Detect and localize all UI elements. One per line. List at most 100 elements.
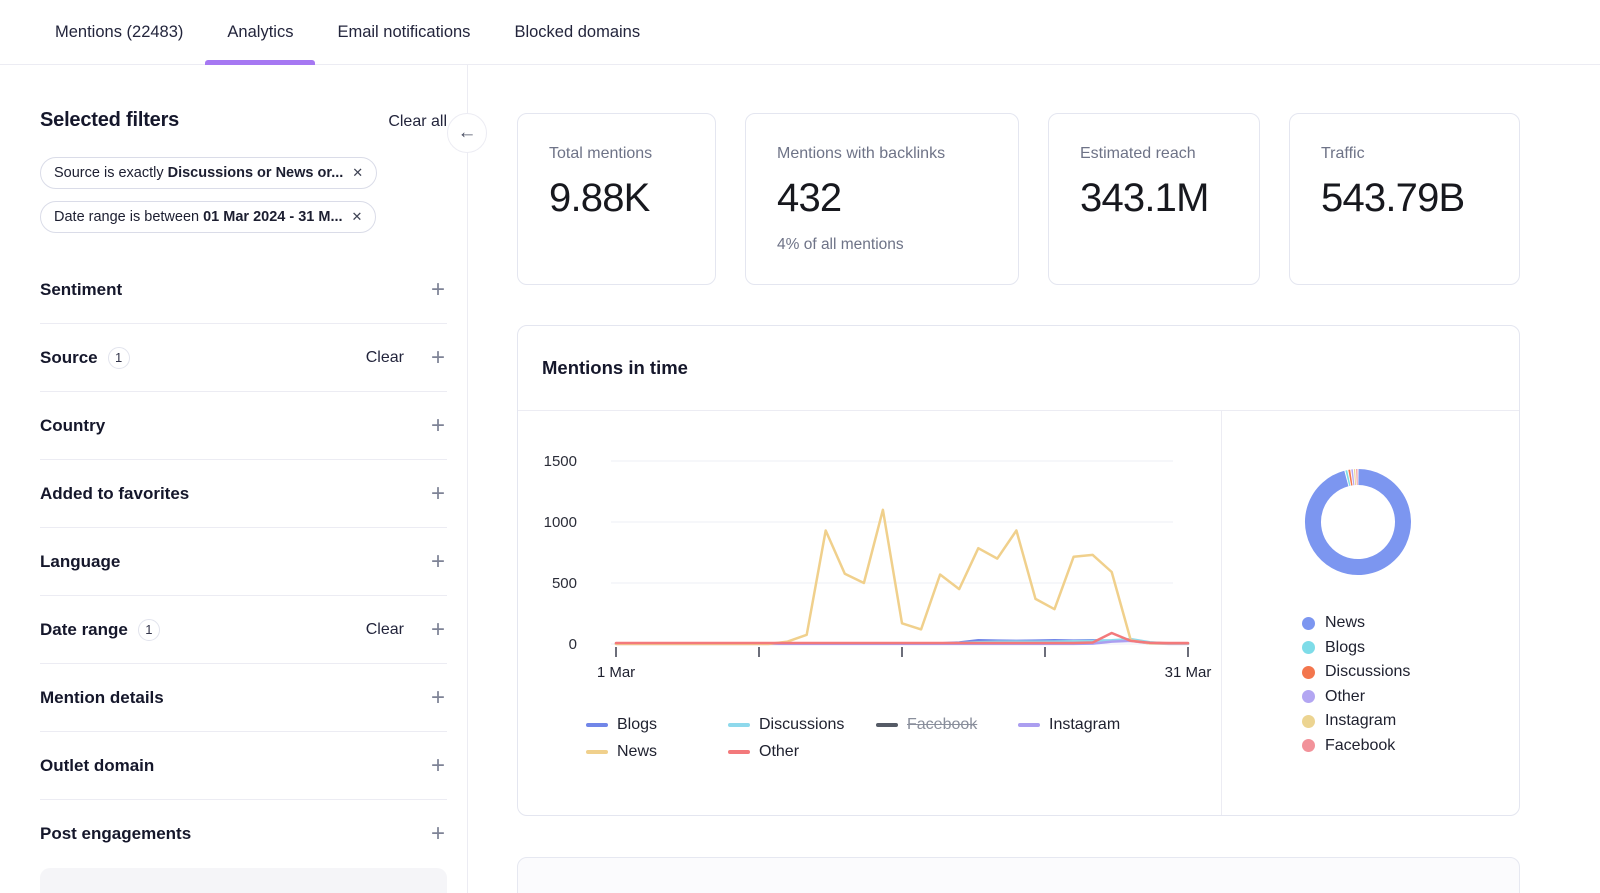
filter-chip-date-range[interactable]: Date range is between01 Mar 2024 - 31 M.… [40,201,376,233]
stat-value: 543.79B [1321,176,1519,221]
filter-chips: Source is exactlyDiscussions or News or.… [40,157,447,245]
plus-icon[interactable]: + [431,618,445,642]
filter-section-label: Sentiment [40,280,122,300]
legend-item-news[interactable]: News [586,743,728,761]
legend-dot-icon [1302,739,1315,752]
mentions-in-time-card: Mentions in time 1500100050001 Mar31 Mar… [517,325,1520,816]
filter-chip-source[interactable]: Source is exactlyDiscussions or News or.… [40,157,377,189]
donut-panel: News Blogs Discussions Other Instagram Facebo… [1222,411,1519,816]
plus-icon[interactable]: + [431,482,445,506]
legend-label: News [617,743,657,761]
stat-cards-row: Total mentions9.88KMentions with backlin… [517,113,1520,285]
legend-dot-icon [1302,715,1315,728]
plus-icon[interactable]: + [431,414,445,438]
donut-legend-item-other[interactable]: Other [1302,685,1410,710]
arrow-left-icon: ← [458,122,477,144]
tab-label: Email notifications [337,23,470,42]
stat-subtext: 4% of all mentions [777,236,1018,254]
chip-text: Date range is between [54,209,199,225]
legend-label: Blogs [617,716,657,734]
filter-section-outlet-domain[interactable]: Outlet domain+ [40,732,447,800]
tab-analytics[interactable]: Analytics [205,0,315,64]
donut-legend-item-news[interactable]: News [1302,611,1410,636]
donut-legend: News Blogs Discussions Other Instagram Facebo… [1302,611,1410,758]
legend-dash-icon [586,750,608,754]
clear-all-button[interactable]: Clear all [388,113,447,131]
tab-label: Mentions (22483) [55,23,183,42]
filter-section-label: Country [40,416,105,436]
donut-legend-label: Discussions [1325,663,1410,681]
legend-item-discussions[interactable]: Discussions [728,716,876,734]
filters-sidebar: Selected filters Clear all Source is exa… [40,65,447,893]
filter-section-added-to-favorites[interactable]: Added to favorites + [40,460,447,528]
filter-section-post-engagements[interactable]: Post engagements+ [40,800,447,868]
legend-dash-icon [586,723,608,727]
plus-icon[interactable]: + [431,754,445,778]
tab-blocked-domains[interactable]: Blocked domains [492,0,662,64]
stat-card-estimated-reach: Estimated reach343.1M [1048,113,1260,285]
filter-count-badge: 1 [108,347,130,369]
plus-icon[interactable]: + [431,346,445,370]
filter-section-mention-details[interactable]: Mention details+ [40,664,447,732]
plus-icon[interactable]: + [431,822,445,846]
tab-bar: Mentions (22483) Analytics Email notificat… [0,0,1600,65]
donut-legend-label: Facebook [1325,737,1395,755]
tab-email-notifications[interactable]: Email notifications [315,0,492,64]
donut-slice-news [1313,477,1403,567]
filter-section-country[interactable]: Country + [40,392,447,460]
donut-legend-item-facebook[interactable]: Facebook [1302,734,1410,759]
stat-card-total-mentions: Total mentions9.88K [517,113,716,285]
legend-label: Facebook [907,716,977,734]
plus-icon[interactable]: + [431,550,445,574]
filter-section-language[interactable]: Language+ [40,528,447,596]
filter-section-source[interactable]: Source 1 Clear + [40,324,447,392]
y-tick-label: 500 [552,575,577,592]
filter-section-date-range[interactable]: Date range1Clear+ [40,596,447,664]
filter-section-sentiment[interactable]: Sentiment + [40,256,447,324]
chip-text: Source is exactly [54,165,164,181]
stat-label: Traffic [1321,145,1519,163]
close-icon[interactable]: ✕ [352,209,363,225]
chart-card-header: Mentions in time [518,326,1519,411]
plus-icon[interactable]: + [431,686,445,710]
legend-dot-icon [1302,690,1315,703]
chip-value: 01 Mar 2024 - 31 M... [203,209,342,225]
close-icon[interactable]: ✕ [352,165,363,181]
legend-label: Discussions [759,716,844,734]
y-tick-label: 1500 [544,453,577,470]
x-tick-label-end: 31 Mar [1165,664,1212,681]
legend-item-other[interactable]: Other [728,743,876,761]
tab-label: Analytics [227,23,293,42]
legend-item-facebook[interactable]: Facebook [876,716,1018,734]
legend-item-instagram[interactable]: Instagram [1018,716,1120,734]
line-chart-legend: Blogs Discussions Facebook Instagram News Oth… [586,716,1120,761]
line-chart-panel: 1500100050001 Mar31 Mar BlogsDiscussions… [518,411,1222,816]
collapse-sidebar-button[interactable]: ← [447,113,487,153]
tab-mentions-22483[interactable]: Mentions (22483) [33,0,205,64]
legend-item-blogs[interactable]: Blogs [586,716,728,734]
stat-label: Mentions with backlinks [777,145,1018,163]
sidebar-bottom-band [40,868,447,893]
filter-section-label: Source [40,348,98,368]
donut-legend-item-discussions[interactable]: Discussions [1302,660,1410,685]
donut-legend-item-blogs[interactable]: Blogs [1302,636,1410,661]
donut-legend-label: Blogs [1325,639,1365,657]
donut-chart [1298,462,1418,582]
tab-label: Blocked domains [514,23,640,42]
selected-filters-header: Selected filters Clear all [40,109,447,137]
stat-card-mentions-with-backlinks: Mentions with backlinks4324% of all ment… [745,113,1019,285]
active-tab-underline [205,60,315,65]
filter-sections: Sentiment+Source1Clear+Country+Added to … [40,256,447,868]
clear-filter-button[interactable]: Clear [366,349,404,367]
x-tick-label-start: 1 Mar [597,664,635,681]
stat-value: 9.88K [549,176,715,221]
mentions-line-chart: 1500100050001 Mar31 Mar [518,411,1221,711]
donut-legend-label: Instagram [1325,712,1396,730]
legend-dot-icon [1302,617,1315,630]
plus-icon[interactable]: + [431,278,445,302]
filter-section-label: Added to favorites [40,484,189,504]
donut-legend-label: Other [1325,688,1365,706]
y-tick-label: 0 [569,636,577,653]
clear-filter-button[interactable]: Clear [366,621,404,639]
donut-legend-item-instagram[interactable]: Instagram [1302,709,1410,734]
